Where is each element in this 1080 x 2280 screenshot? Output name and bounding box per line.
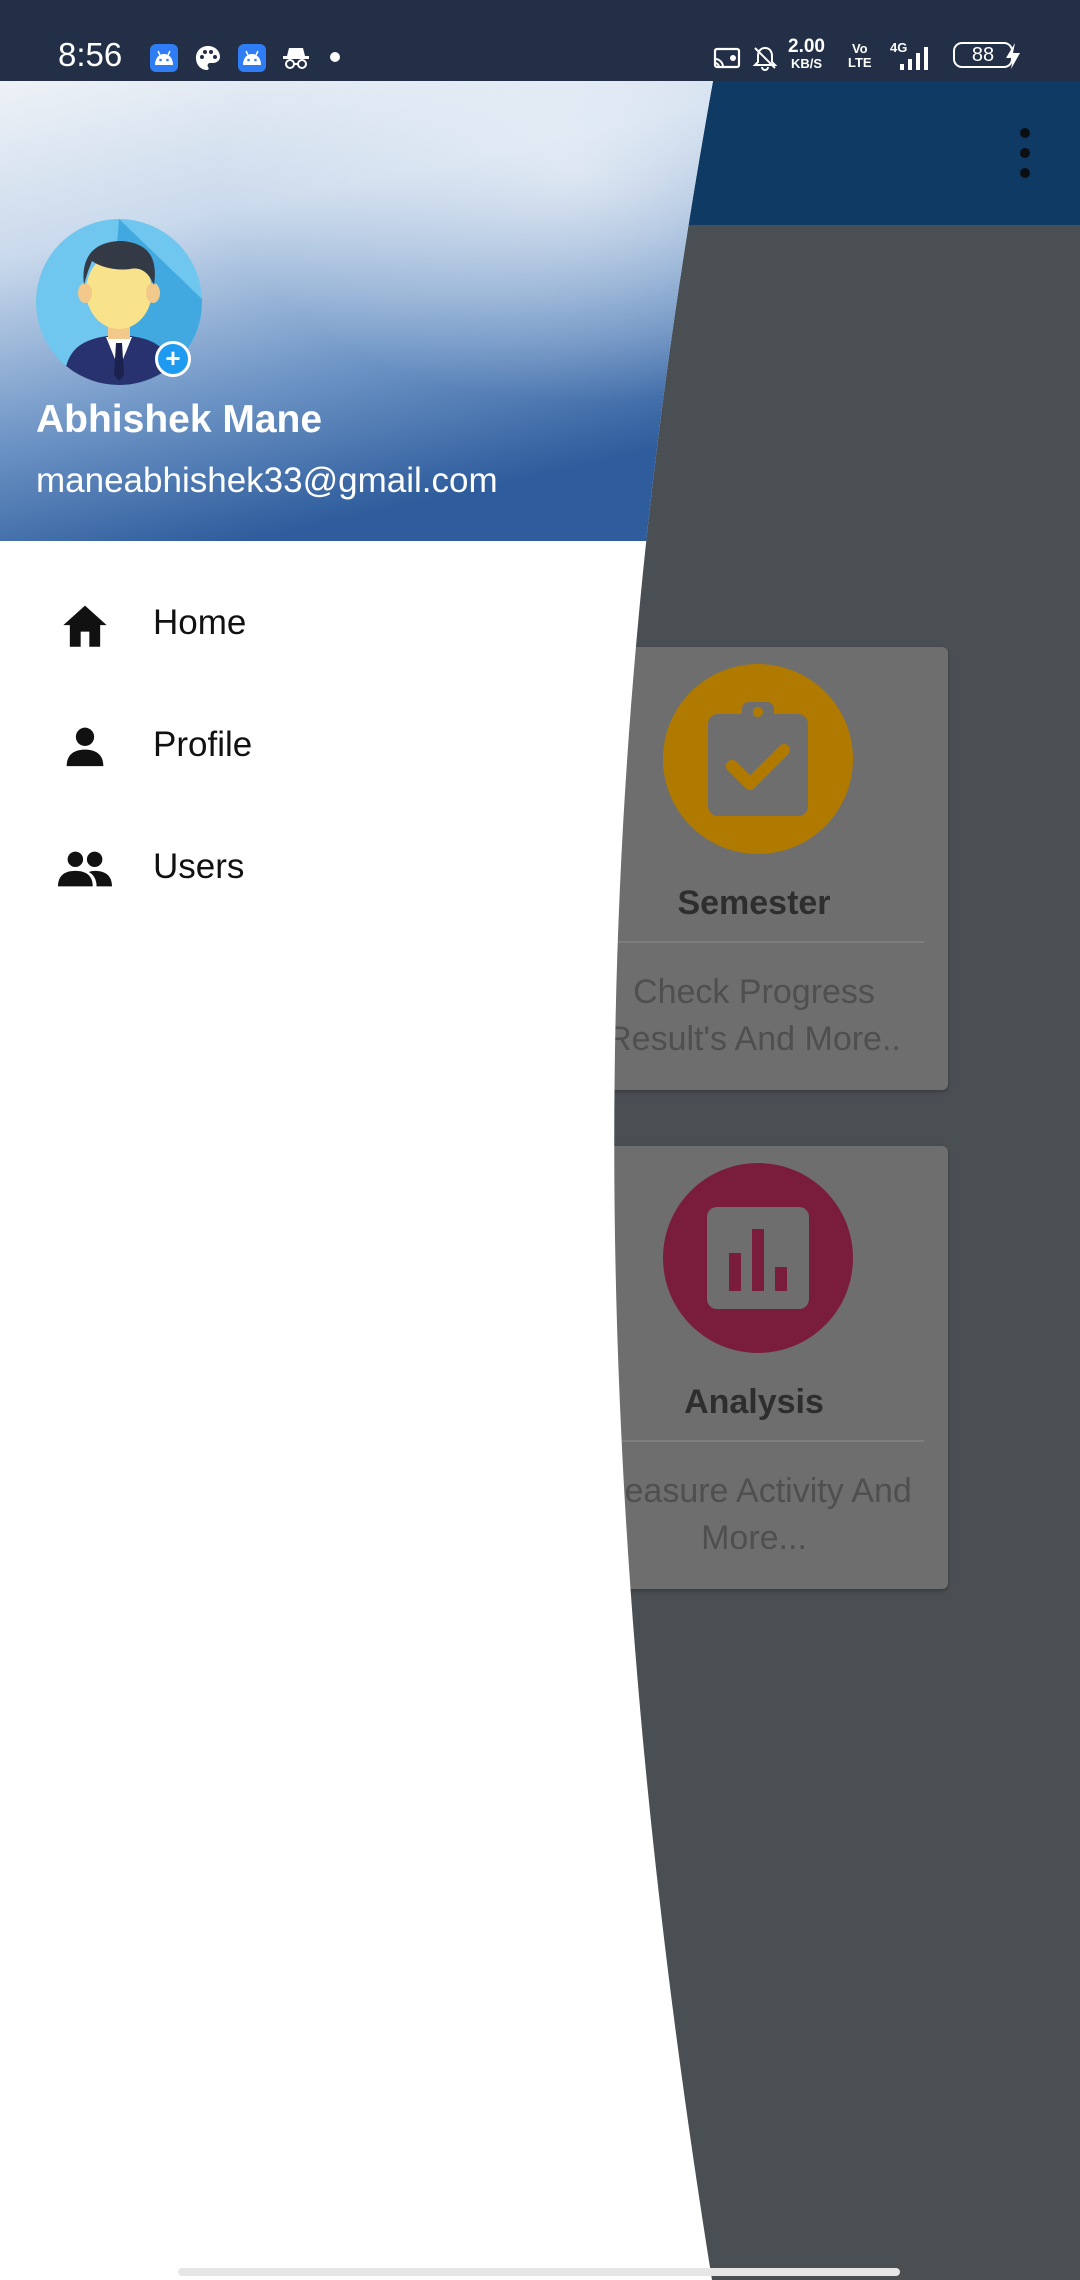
gesture-nav-handle[interactable]: [178, 2268, 900, 2276]
menu-item-home[interactable]: Home: [0, 562, 600, 684]
menu-item-users[interactable]: Users: [0, 806, 600, 928]
network-speed-unit: KB/S: [790, 56, 823, 71]
clipboard-check-icon: [708, 702, 808, 816]
cast-icon: [713, 44, 741, 72]
volte-bottom: LTE: [848, 55, 872, 70]
menu-item-label: Profile: [153, 725, 253, 764]
drawer-header: + Abhishek Mane maneabhishek33@gmail.com: [0, 81, 720, 541]
incognito-icon: [282, 44, 310, 72]
more-notifications-dot: [330, 52, 340, 62]
palette-icon: [194, 44, 222, 72]
charging-icon: [1004, 42, 1022, 75]
bar-chart-icon: [707, 1207, 809, 1309]
menu-item-label: Home: [153, 603, 247, 642]
menu-item-label: Users: [153, 847, 245, 886]
home-icon: [58, 600, 112, 648]
volte-indicator: Vo LTE: [848, 42, 872, 70]
user-email: maneabhishek33@gmail.com: [36, 461, 498, 500]
user-name: Abhishek Mane: [36, 398, 323, 441]
bell-off-icon: [751, 44, 779, 72]
status-time: 8:56: [58, 36, 123, 73]
person-icon: [58, 722, 112, 770]
android-icon: [150, 44, 178, 72]
overflow-dot: [1020, 148, 1030, 158]
overflow-dot: [1020, 168, 1030, 178]
people-icon: [58, 844, 112, 892]
android-icon: [238, 44, 266, 72]
add-photo-badge[interactable]: +: [155, 341, 191, 377]
volte-top: Vo: [851, 41, 868, 56]
signal-icon: [898, 46, 932, 75]
menu-item-profile[interactable]: Profile: [0, 684, 600, 806]
network-speed: 2.00 KB/S: [788, 36, 825, 72]
status-bar: 8:56 2.00 KB/S Vo LTE 4G 88: [0, 0, 1080, 81]
overflow-menu-button[interactable]: [970, 81, 1080, 225]
navigation-drawer: + Abhishek Mane maneabhishek33@gmail.com…: [0, 81, 720, 2280]
network-speed-value: 2.00: [788, 36, 825, 57]
overflow-dot: [1020, 128, 1030, 138]
